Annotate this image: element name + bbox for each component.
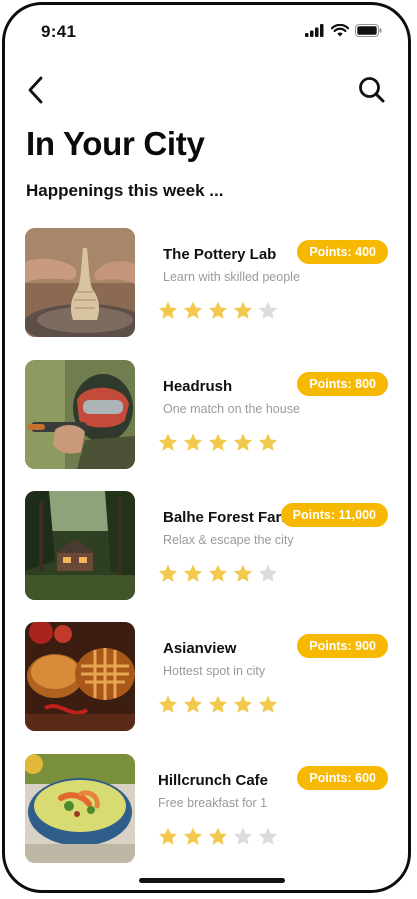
star-empty-icon [258, 301, 278, 319]
section-subtitle: Happenings this week ... [26, 181, 224, 200]
star-filled-icon [158, 564, 178, 582]
event-description: Hottest spot in city [163, 664, 266, 678]
star-filled-icon [183, 433, 203, 451]
search-icon [359, 77, 385, 103]
event-card-headrush[interactable]: Headrush One match on the house Points: … [5, 360, 408, 472]
event-title: Balhe Forest Farm [163, 509, 295, 526]
event-description: Learn with skilled people [163, 270, 300, 284]
home-indicator[interactable] [139, 878, 285, 883]
event-image-paintball [25, 360, 135, 469]
event-image-pottery [25, 228, 135, 337]
event-image-forest [25, 491, 135, 600]
star-filled-icon [158, 433, 178, 451]
star-filled-icon [258, 433, 278, 451]
status-bar: 9:41 [5, 5, 408, 61]
status-time: 9:41 [41, 22, 77, 41]
wifi-icon [331, 24, 349, 37]
star-filled-icon [233, 301, 253, 319]
signal-icon [305, 24, 324, 37]
rating-stars [157, 694, 279, 716]
event-image-pies [25, 622, 135, 731]
star-filled-icon [208, 301, 228, 319]
star-empty-icon [258, 827, 278, 845]
event-card-balhe-forest-farm[interactable]: Balhe Forest Farm Relax & escape the cit… [5, 491, 408, 603]
rating-stars [157, 563, 279, 585]
status-icons [305, 24, 382, 37]
rating-stars [157, 300, 279, 322]
star-filled-icon [183, 695, 203, 713]
event-card-pottery-lab[interactable]: The Pottery Lab Learn with skilled peopl… [5, 228, 408, 340]
event-image-soup [25, 754, 135, 863]
star-filled-icon [158, 301, 178, 319]
star-filled-icon [183, 564, 203, 582]
points-badge[interactable]: Points: 900 [297, 634, 388, 658]
points-badge[interactable]: Points: 11,000 [280, 503, 388, 527]
event-description: Free breakfast for 1 [158, 796, 268, 810]
back-button[interactable] [21, 73, 53, 107]
event-title: Asianview [163, 640, 237, 657]
rating-stars [157, 826, 279, 848]
star-filled-icon [208, 695, 228, 713]
star-empty-icon [258, 564, 278, 582]
event-card-hillcrunch-cafe[interactable]: Hillcrunch Cafe Free breakfast for 1 Poi… [5, 754, 408, 866]
event-description: One match on the house [163, 402, 300, 416]
star-filled-icon [183, 301, 203, 319]
star-filled-icon [158, 827, 178, 845]
points-badge[interactable]: Points: 800 [297, 372, 388, 396]
event-title: The Pottery Lab [163, 246, 277, 263]
event-title: Headrush [163, 378, 233, 395]
event-title: Hillcrunch Cafe [158, 772, 269, 789]
phone-frame: 9:41 In Your City Happenings this week .… [2, 2, 411, 893]
chevron-left-icon [28, 76, 43, 104]
star-filled-icon [158, 695, 178, 713]
star-filled-icon [233, 433, 253, 451]
star-empty-icon [233, 827, 253, 845]
page-title: In Your City [26, 125, 205, 162]
battery-icon [355, 24, 382, 37]
star-filled-icon [208, 564, 228, 582]
star-filled-icon [233, 695, 253, 713]
rating-stars [157, 432, 279, 454]
points-badge[interactable]: Points: 400 [297, 240, 388, 264]
star-filled-icon [233, 564, 253, 582]
event-card-asianview[interactable]: Asianview Hottest spot in city Points: 9… [5, 622, 408, 734]
star-filled-icon [183, 827, 203, 845]
points-badge[interactable]: Points: 600 [297, 766, 388, 790]
star-filled-icon [258, 695, 278, 713]
search-button[interactable] [356, 74, 388, 106]
star-filled-icon [208, 827, 228, 845]
event-description: Relax & escape the city [163, 533, 294, 547]
star-filled-icon [208, 433, 228, 451]
top-nav [5, 67, 408, 113]
